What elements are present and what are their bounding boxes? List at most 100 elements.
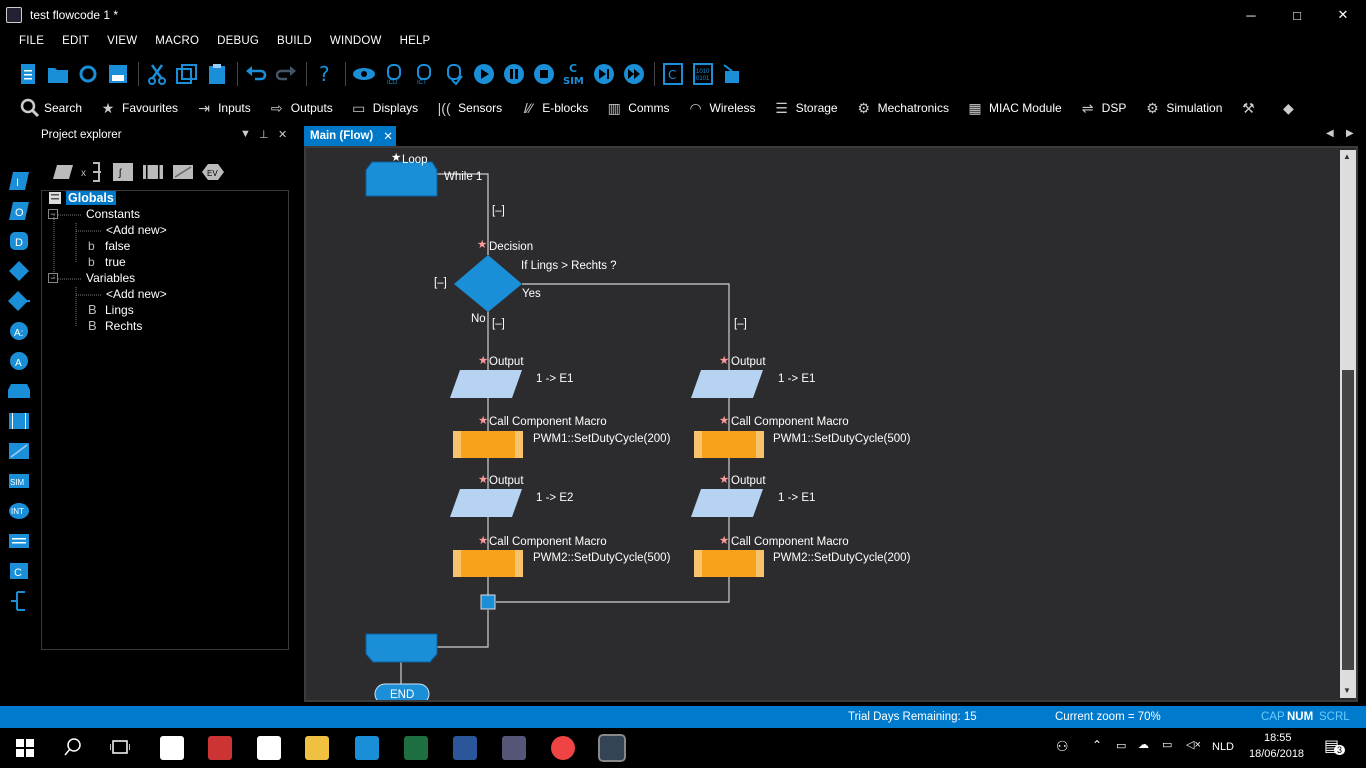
pin-icon[interactable]: ⊥ [259,128,269,141]
right-call1-block[interactable] [694,431,764,458]
collapse-variables-icon[interactable]: − [48,273,58,283]
events-icon[interactable]: EV [201,162,225,182]
decision-junction[interactable] [480,594,496,610]
tab-close-icon[interactable]: ✕ [383,129,393,143]
component-macro-icon[interactable] [8,440,30,462]
ict-icon[interactable]: ICT [412,62,436,86]
category-miac-module[interactable]: ▦ MIAC Module [965,98,1061,118]
tray-expand-icon[interactable]: ⌃ [1092,738,1102,752]
tree-node-constants[interactable]: Constants [86,207,140,221]
word-icon[interactable] [453,736,477,760]
collapse-constants-icon[interactable]: − [48,209,58,219]
category-tools[interactable]: ⚒ [1238,98,1262,118]
clock-time[interactable]: 18:55 [1264,732,1292,744]
input-language[interactable]: NLD [1212,741,1234,753]
app-component-icon[interactable] [502,736,526,760]
flowcode-taskbar-icon[interactable] [598,734,626,762]
tab-main-flow[interactable]: Main (Flow) ✕ [304,126,396,146]
category-dsp[interactable]: ⇌ DSP [1078,98,1127,118]
cut-icon[interactable] [145,62,169,86]
no-branch-collapse[interactable]: [–] [492,318,505,330]
open-folder-icon[interactable] [46,62,70,86]
network-icon[interactable]: ▭ [1162,738,1172,751]
sim-icon[interactable]: C SIM [562,62,586,86]
right-output1-block[interactable] [691,370,763,398]
canvas-vertical-scrollbar[interactable]: ▲ ▼ [1340,150,1356,698]
menu-help[interactable]: HELP [400,35,431,47]
stop-icon[interactable] [532,62,556,86]
menu-build[interactable]: BUILD [277,35,312,47]
compile-to-chip-icon[interactable] [721,62,745,86]
interrupt-command-icon[interactable]: INT [8,500,30,522]
left-call1-block[interactable] [453,431,523,458]
category-simulation[interactable]: ⚙ Simulation [1142,98,1222,118]
delay-command-icon[interactable]: D [8,230,30,252]
people-icon[interactable]: ⚇ [1056,738,1069,755]
app-tool-icon[interactable] [160,736,184,760]
decision-collapse[interactable]: [–] [434,277,447,289]
arduino-icon[interactable] [355,736,379,760]
left-output2-block[interactable] [450,489,522,517]
macros-icon[interactable]: ʃ [111,162,135,182]
store-icon[interactable] [257,736,281,760]
output-command-icon[interactable]: O [8,200,30,222]
task-view-icon[interactable] [109,738,131,759]
play-icon[interactable] [472,62,496,86]
step-into-icon[interactable] [592,62,616,86]
app-pcb-icon[interactable] [208,736,232,760]
tree-node-add-variable[interactable]: <Add new> [106,287,167,301]
scroll-thumb[interactable] [1342,370,1354,670]
flowchart-canvas[interactable]: ★ Loop While 1 [–] ★ Decision If Lings >… [304,146,1358,702]
decision-command-icon[interactable] [8,260,30,282]
paste-icon[interactable] [205,62,229,86]
tab-scroll-right-icon[interactable]: ▶ [1346,128,1354,139]
category-favourites[interactable]: ★ Favourites [98,98,178,118]
close-button[interactable]: ✕ [1320,0,1366,30]
explorer-close-icon[interactable]: ✕ [278,128,287,141]
connection-point-icon[interactable]: A: [8,320,30,342]
tree-node-variables[interactable]: Variables [86,271,135,285]
menu-view[interactable]: VIEW [107,35,137,47]
category-outputs[interactable]: ⇨ Outputs [267,98,333,118]
c-code-icon[interactable]: C [661,62,685,86]
input-command-icon[interactable]: I [8,170,30,192]
tree-node-var-lings[interactable]: Lings [105,303,134,317]
yes-branch-collapse[interactable]: [–] [734,318,747,330]
volume-muted-icon[interactable]: ◁× [1186,738,1201,751]
category-search[interactable]: Search [20,98,82,118]
battery-icon[interactable]: ▭ [1116,739,1126,752]
help-icon[interactable]: ? [313,62,337,86]
switch-command-icon[interactable] [8,290,30,312]
search-icon[interactable] [64,738,82,759]
decision-diamond[interactable] [454,255,522,312]
fast-forward-icon[interactable] [622,62,646,86]
chrome-icon[interactable] [551,736,575,760]
cloud-icon[interactable]: ☁ [1138,738,1149,751]
loop-command-icon[interactable] [8,380,30,402]
menu-macro[interactable]: MACRO [155,35,199,47]
right-output2-block[interactable] [691,489,763,517]
c-code-command-icon[interactable]: C [8,560,30,582]
new-file-icon[interactable] [16,62,40,86]
pause-icon[interactable] [502,62,526,86]
windows-start-icon[interactable] [16,739,34,760]
view-eye-icon[interactable] [352,62,376,86]
left-output1-block[interactable] [450,370,522,398]
macro-command-icon[interactable] [8,410,30,432]
category-inputs[interactable]: ⇥ Inputs [194,98,251,118]
category-eblocks[interactable]: /⁄⁄ E-blocks [518,98,588,118]
save-icon[interactable] [106,62,130,86]
category-displays[interactable]: ▭ Displays [349,98,418,118]
scroll-up-icon[interactable]: ▲ [1343,152,1351,161]
variables-icon[interactable]: x [81,162,105,182]
debug-icon[interactable] [442,62,466,86]
tree-node-const-true[interactable]: true [105,255,126,269]
simulation-macro-icon[interactable]: SIM [8,470,30,492]
category-storage[interactable]: ☰ Storage [772,98,837,118]
tree-node-const-false[interactable]: false [105,239,130,253]
left-call2-block[interactable] [453,550,523,577]
category-mechatronics[interactable]: ⚙ Mechatronics [854,98,949,118]
category-comms[interactable]: ▥ Comms [604,98,670,118]
hex-code-icon[interactable]: 1010 0101 [691,62,715,86]
refresh-icon[interactable] [76,62,100,86]
